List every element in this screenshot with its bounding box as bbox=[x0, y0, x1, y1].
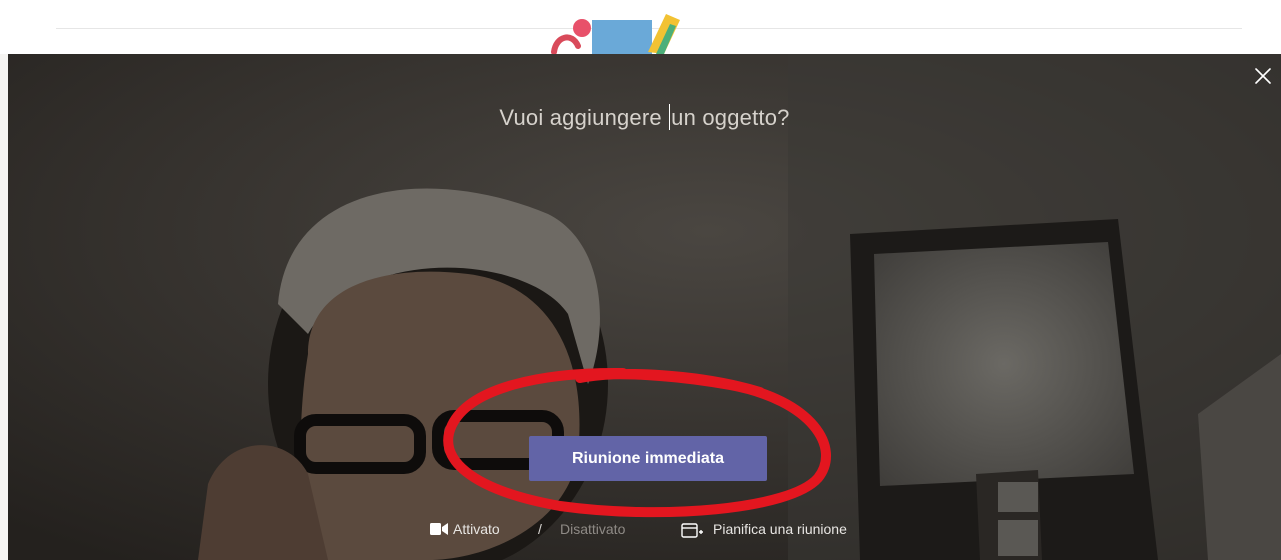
calendar-add-icon bbox=[681, 523, 703, 538]
subject-text-before-caret: Vuoi aggiungere bbox=[499, 105, 669, 130]
video-on-option[interactable]: Attivato bbox=[453, 521, 500, 537]
video-off-option[interactable]: Disattivato bbox=[560, 521, 625, 537]
text-caret bbox=[669, 104, 671, 130]
app-header-band bbox=[0, 0, 1281, 54]
meet-now-button[interactable]: Riunione immediata bbox=[529, 436, 767, 481]
video-camera-icon bbox=[430, 523, 448, 535]
close-icon[interactable] bbox=[1253, 66, 1273, 86]
schedule-meeting-link[interactable]: Pianifica una riunione bbox=[713, 521, 847, 537]
team-illustration bbox=[551, 14, 680, 54]
meeting-subject-input[interactable]: Vuoi aggiungere un oggetto? bbox=[8, 104, 1281, 131]
video-toggle-separator: / bbox=[538, 521, 542, 537]
meeting-options-row: Attivato / Disattivato Pianifica una riu… bbox=[8, 518, 1281, 542]
meet-now-overlay: Vuoi aggiungere un oggetto? Riunione imm… bbox=[8, 54, 1281, 560]
subject-text-after-caret: un oggetto? bbox=[671, 105, 790, 130]
